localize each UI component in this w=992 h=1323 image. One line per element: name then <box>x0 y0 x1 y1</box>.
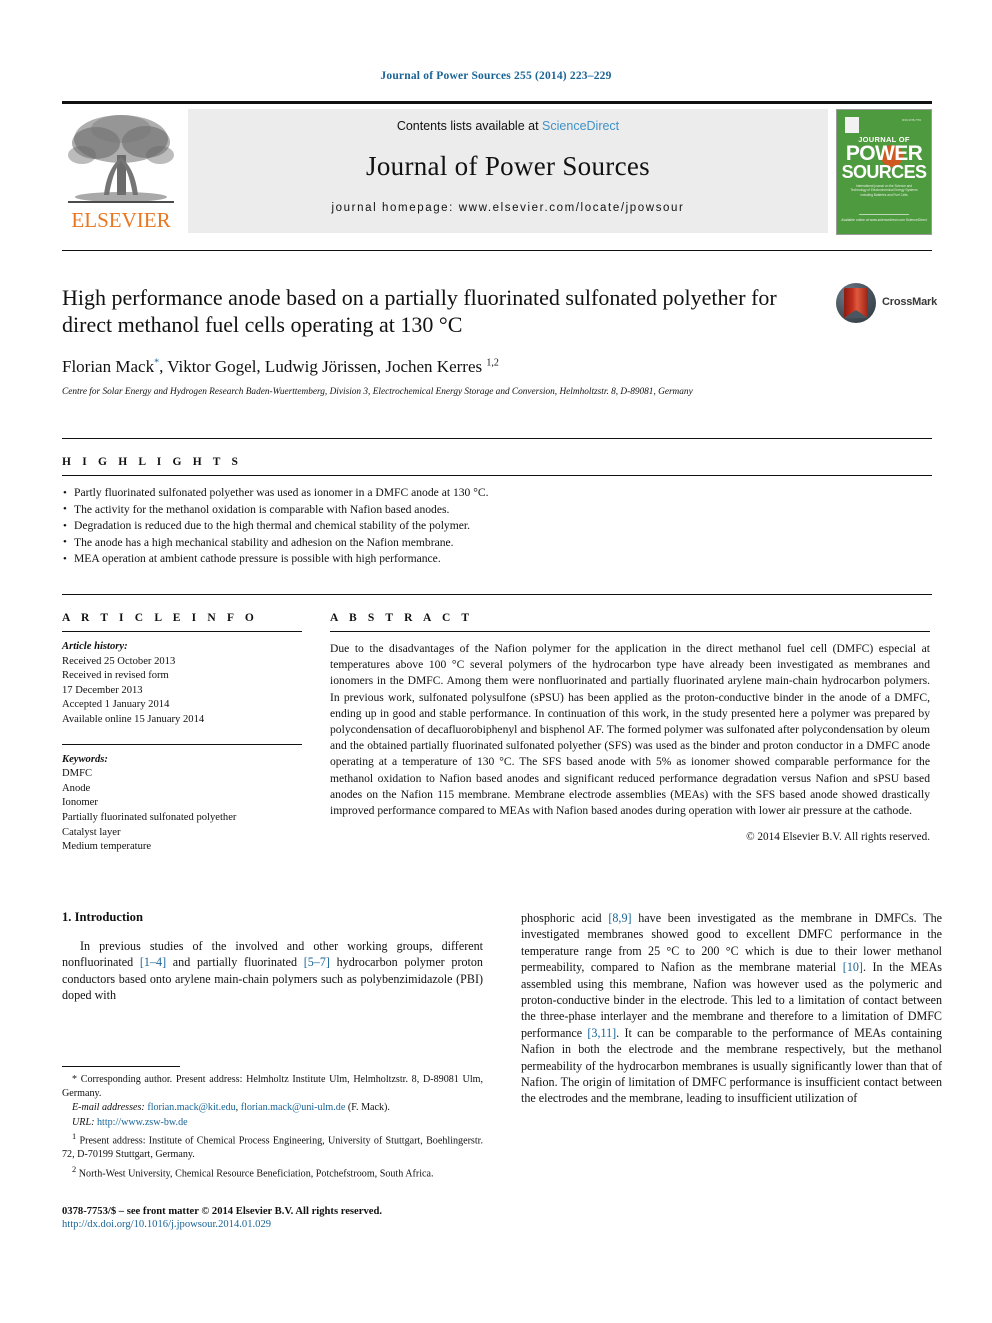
masthead-center-panel: Contents lists available at ScienceDirec… <box>188 109 828 233</box>
abstract-rule <box>330 631 930 632</box>
cover-elsevier-mark <box>845 117 859 133</box>
cover-divider <box>859 214 909 215</box>
list-item: Degradation is reduced due to the high t… <box>62 518 932 535</box>
article-info-rule <box>62 631 302 632</box>
article-info-heading: A R T I C L E I N F O <box>62 612 258 624</box>
sciencedirect-link[interactable]: ScienceDirect <box>542 119 619 133</box>
list-item: MEA operation at ambient cathode pressur… <box>62 551 932 568</box>
history-line: Available online 15 January 2014 <box>62 713 205 725</box>
highlights-top-rule <box>62 438 932 439</box>
footnote-corresponding-author: * Corresponding author. Present address:… <box>62 1074 483 1099</box>
cover-footer-text: Available online at www.sciencedirect.co… <box>841 218 927 222</box>
footnotes-block: * Corresponding author. Present address:… <box>62 1066 483 1182</box>
contents-available-text: Contents lists available at <box>396 119 539 133</box>
footnote-note-1: 1 Present address: Institute of Chemical… <box>62 1132 483 1161</box>
issn-front-matter-line: 0378-7753/$ – see front matter © 2014 El… <box>62 1206 382 1217</box>
running-head: Journal of Power Sources 255 (2014) 223–… <box>380 70 612 82</box>
intro-paragraph-right: phosphoric acid [8,9] have been investig… <box>521 911 943 1106</box>
footnote-note-2: 2 North-West University, Chemical Resour… <box>72 1164 434 1180</box>
crossmark-label: CrossMark <box>882 296 938 308</box>
list-item: The anode has a high mechanical stabilit… <box>62 534 932 552</box>
keywords-rule <box>62 743 302 745</box>
journal-homepage-link[interactable]: journal homepage: www.elsevier.com/locat… <box>188 202 828 214</box>
article-history-heading: Article history: <box>62 641 128 652</box>
title-block: CrossMark High performance anode based o… <box>62 250 937 399</box>
page-title: High performance anode based on a partia… <box>62 285 777 337</box>
keyword-item: DMFC <box>62 768 93 780</box>
page-footer: 0378-7753/$ – see front matter © 2014 El… <box>62 1206 562 1230</box>
keyword-item: Ionomer <box>62 797 98 809</box>
keyword-item: Anode <box>62 782 91 794</box>
keyword-item: Medium temperature <box>62 841 152 853</box>
abstract-text: Due to the disadvantages of the Nafion p… <box>330 642 930 818</box>
history-line: 17 December 2013 <box>62 684 143 696</box>
doi-link[interactable]: http://dx.doi.org/10.1016/j.jpowsour.201… <box>62 1219 562 1230</box>
info-abstract-section: A R T I C L E I N F O Article history: R… <box>62 594 932 855</box>
keyword-item: Partially fluorinated sulfonated polyeth… <box>62 811 237 823</box>
cover-sources-word: SOURCES <box>841 162 927 182</box>
journal-masthead: ELSEVIER Contents lists available at Sci… <box>62 101 932 238</box>
list-item: The activity for the methanol oxidation … <box>62 501 932 519</box>
author-affiliation: Centre for Solar Energy and Hydrogen Res… <box>62 387 693 397</box>
article-history-block: Article history: Received 25 October 201… <box>62 640 302 728</box>
abstract-heading: A B S T R A C T <box>330 612 474 624</box>
footnote-rule <box>62 1066 180 1067</box>
footnote-url[interactable]: URL: http://www.zsw-bw.de <box>62 1116 483 1130</box>
abstract-copyright: © 2014 Elsevier B.V. All rights reserved… <box>746 831 930 844</box>
journal-title: Journal of Power Sources <box>366 151 650 181</box>
highlights-section: H I G H L I G H T S Partly fluorinated s… <box>62 438 932 568</box>
keywords-block: Keywords: DMFC Anode Ionomer Partially f… <box>62 743 302 855</box>
intro-paragraph-left: In previous studies of the involved and … <box>62 939 483 1003</box>
body-column-right: phosphoric acid [8,9] have been investig… <box>521 910 942 1107</box>
article-info-column: A R T I C L E I N F O Article history: R… <box>62 595 330 855</box>
info-abstract-columns: A R T I C L E I N F O Article history: R… <box>62 595 932 855</box>
history-line: Received in revised form <box>62 670 169 682</box>
crossmark-icon <box>836 283 876 323</box>
history-line: Received 25 October 2013 <box>62 655 176 667</box>
article-page: Journal of Power Sources 255 (2014) 223–… <box>0 0 992 1323</box>
section-heading-introduction: 1. Introduction <box>62 910 143 924</box>
cover-power-word: POWER <box>845 142 923 165</box>
elsevier-wordmark: ELSEVIER <box>71 208 171 232</box>
footnote-email-addresses[interactable]: E-mail addresses: florian.mack@kit.edu, … <box>62 1101 483 1115</box>
keywords-body: Keywords: DMFC Anode Ionomer Partially f… <box>62 753 302 855</box>
crossmark-notch-glyph <box>844 310 868 318</box>
history-line: Accepted 1 January 2014 <box>62 699 170 711</box>
abstract-column: A B S T R A C T Due to the disadvantages… <box>330 595 930 855</box>
cover-subtitle: International journal on the Science and… <box>850 184 918 197</box>
highlights-under-rule <box>62 475 932 476</box>
crossmark-badge[interactable]: CrossMark <box>836 283 937 323</box>
author-list: Florian Mack*, Viktor Gogel, Ludwig Jöri… <box>62 357 499 376</box>
highlights-heading: H I G H L I G H T S <box>62 456 243 468</box>
journal-cover-art: ISSN 0378-7753 JOURNAL OF POWER SOURCES … <box>841 114 927 230</box>
cover-issn: ISSN 0378-7753 <box>901 119 921 122</box>
keyword-item: Catalyst layer <box>62 826 121 838</box>
list-item: Partly fluorinated sulfonated polyether … <box>62 485 932 502</box>
journal-cover-thumbnail: ISSN 0378-7753 JOURNAL OF POWER SOURCES … <box>836 109 932 235</box>
highlights-list: Partly fluorinated sulfonated polyether … <box>62 485 932 568</box>
title-top-rule <box>62 250 932 251</box>
elsevier-logo: ELSEVIER <box>62 109 180 233</box>
keywords-heading: Keywords: <box>62 753 108 765</box>
contents-available-line: Contents lists available at ScienceDirec… <box>188 109 828 133</box>
